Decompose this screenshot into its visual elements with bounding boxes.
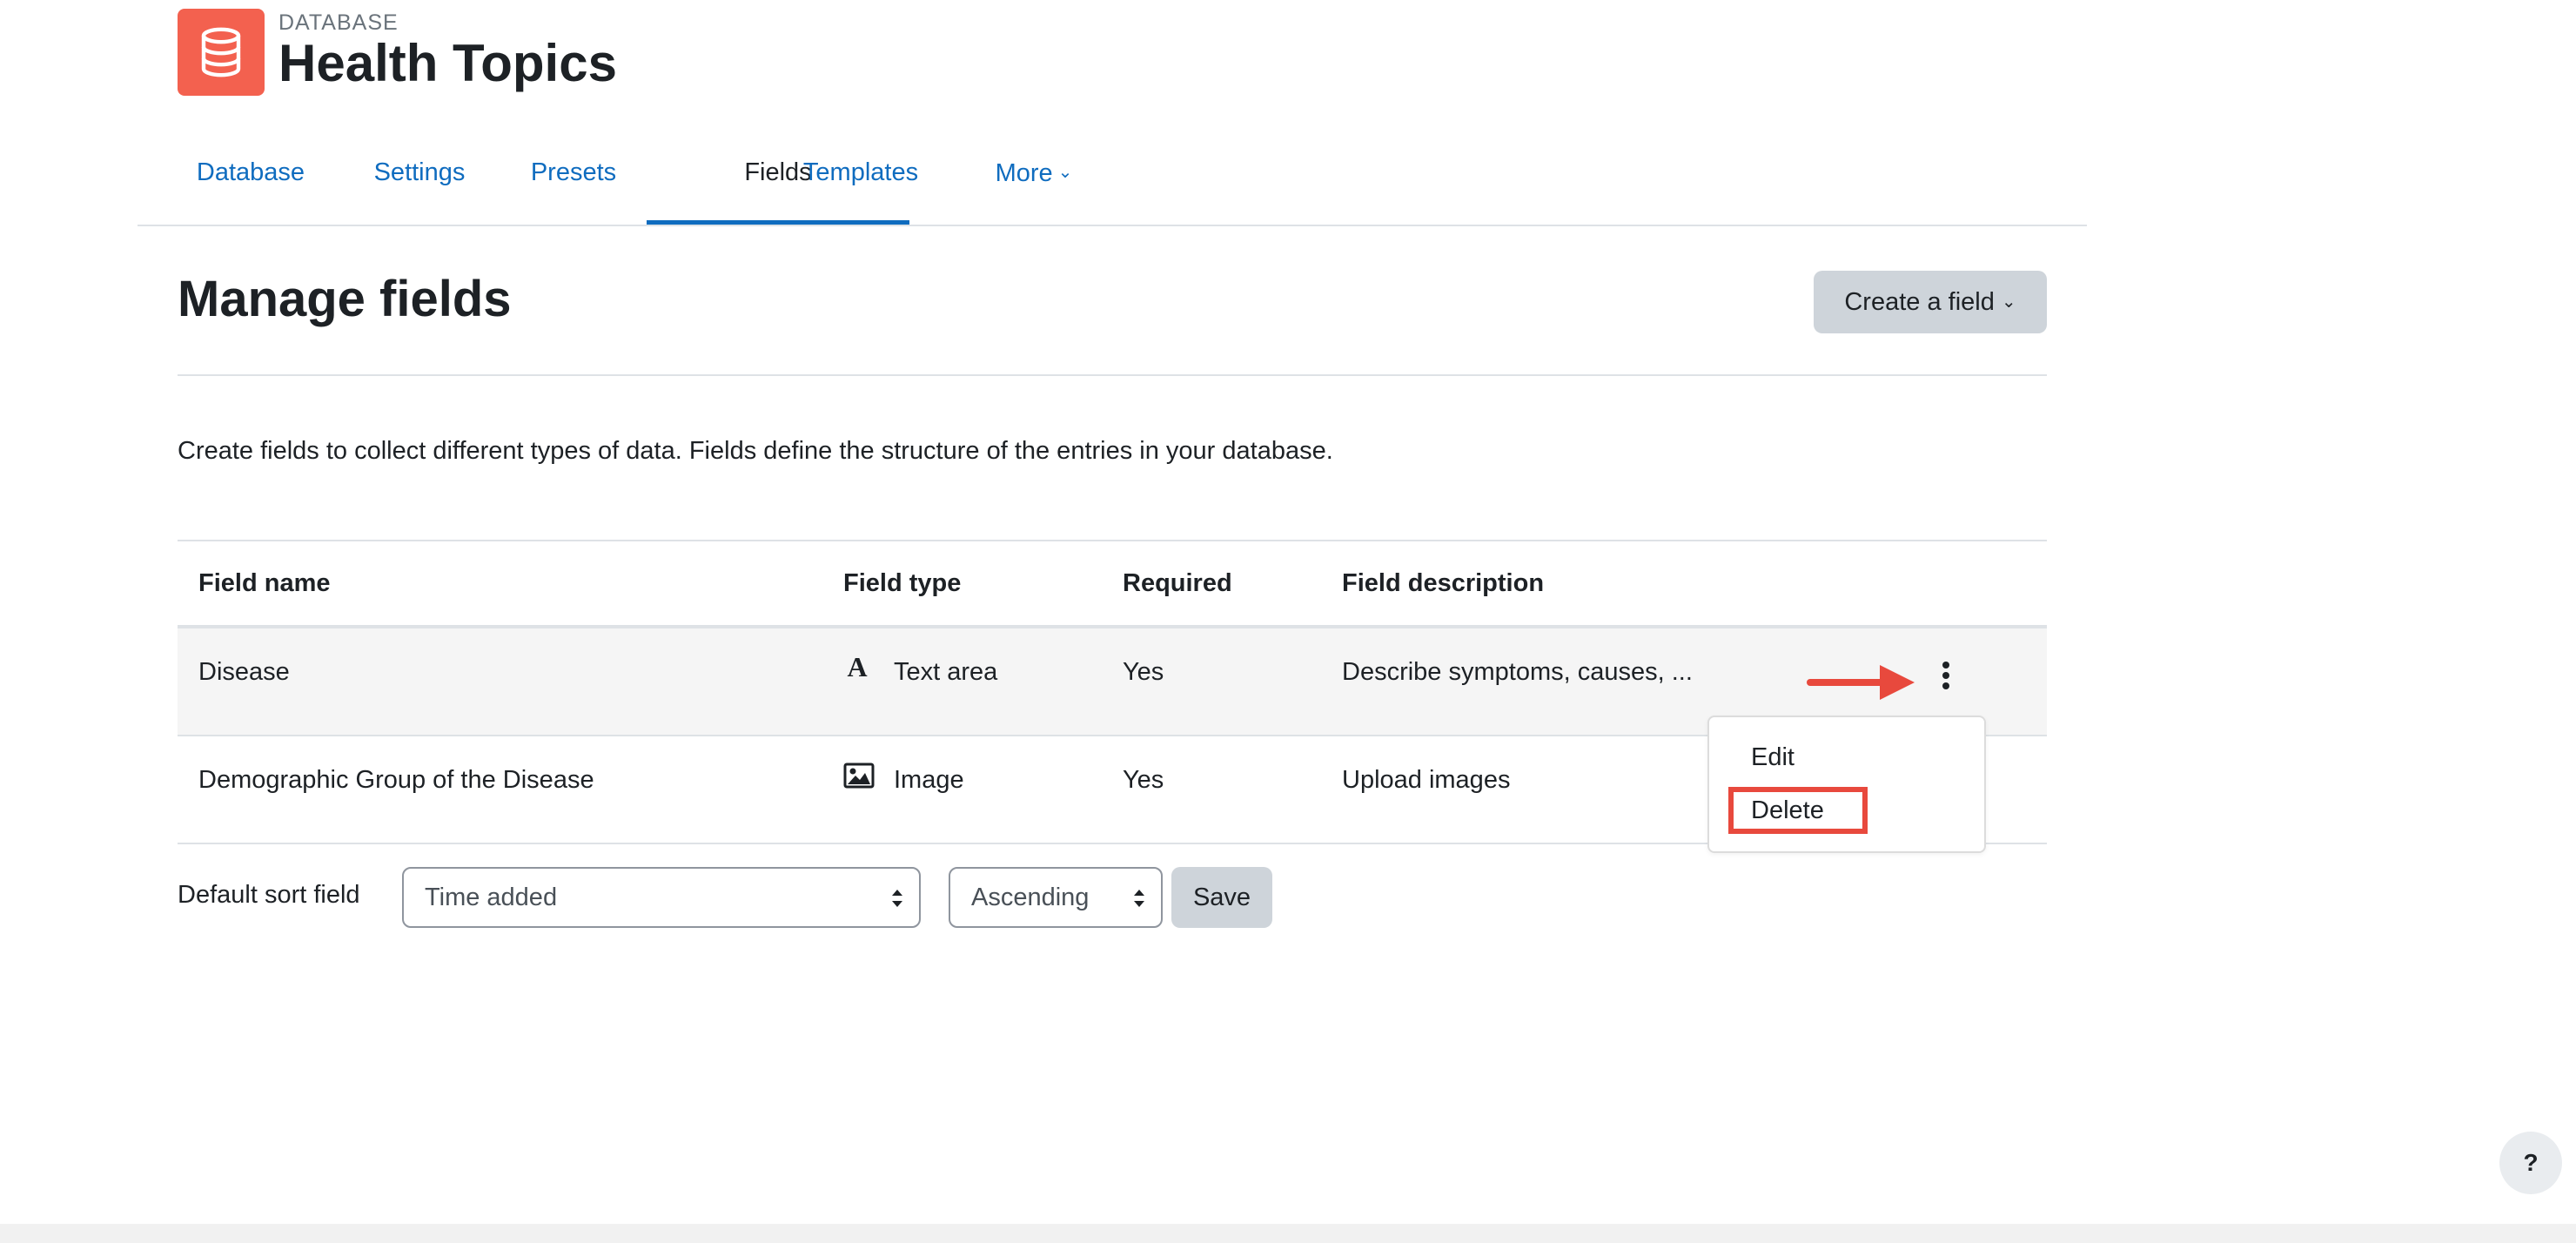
select-arrows-icon: [892, 890, 902, 907]
field-type: A Text area: [843, 628, 997, 716]
page-title: Health Topics: [278, 34, 617, 92]
svg-text:A: A: [847, 653, 867, 681]
field-required: Yes: [1123, 658, 1164, 686]
create-field-button[interactable]: Create a field ⌄: [1814, 271, 2047, 333]
column-header-field-description: Field description: [1342, 569, 1545, 597]
database-icon: [178, 9, 265, 96]
actions-menu-button[interactable]: [1929, 651, 1963, 700]
tab-database[interactable]: Database: [179, 141, 322, 225]
tab-more[interactable]: More ⌄: [973, 141, 1095, 225]
column-header-required: Required: [1123, 569, 1232, 597]
actions-dropdown-menu: Edit Delete: [1707, 716, 1986, 853]
sort-field-label: Default sort field: [178, 881, 360, 909]
annotation-arrow-icon: [1807, 665, 1915, 700]
sort-field-value: Time added: [425, 884, 558, 911]
field-name: Demographic Group of the Disease: [198, 766, 594, 794]
field-description: Describe symptoms, causes, ...: [1342, 658, 1693, 686]
tab-templates[interactable]: Templates: [787, 141, 935, 225]
text-area-icon: A: [843, 629, 878, 716]
help-button[interactable]: ?: [2499, 1132, 2562, 1194]
chevron-down-icon: ⌄: [2001, 292, 2016, 312]
chevron-down-icon: ⌄: [1057, 163, 1073, 182]
menu-item-edit[interactable]: Edit: [1751, 743, 1794, 772]
field-description: Upload images: [1342, 766, 1511, 794]
secondary-navigation: Database Settings Presets Fields Templat…: [138, 141, 2087, 226]
kebab-dot: [1942, 672, 1949, 679]
kebab-dot: [1942, 682, 1949, 689]
table-header: Field name Field type Required Field des…: [178, 540, 2047, 628]
create-field-label: Create a field: [1844, 287, 1995, 316]
divider: [178, 374, 2047, 376]
image-icon: [843, 737, 878, 824]
field-name: Disease: [198, 658, 290, 686]
column-header-field-name: Field name: [198, 569, 331, 597]
sort-order-value: Ascending: [971, 884, 1090, 911]
tab-settings[interactable]: Settings: [359, 141, 480, 225]
manage-fields-heading: Manage fields: [178, 271, 512, 327]
activity-type-label: DATABASE: [278, 10, 399, 35]
field-required: Yes: [1123, 766, 1164, 794]
column-header-field-type: Field type: [843, 569, 962, 597]
field-type-label: Image: [894, 766, 964, 794]
sort-order-select[interactable]: Ascending: [949, 867, 1163, 928]
intro-text: Create fields to collect different types…: [178, 437, 1333, 465]
bottom-bar: [0, 1224, 2576, 1243]
save-button[interactable]: Save: [1171, 867, 1272, 928]
kebab-dot: [1942, 662, 1949, 669]
field-type-label: Text area: [894, 658, 998, 686]
annotation-highlight-box: [1728, 787, 1868, 834]
sort-field-select[interactable]: Time added: [402, 867, 921, 928]
select-arrows-icon: [1134, 890, 1144, 907]
field-type: Image: [843, 736, 964, 824]
tab-more-label: More: [995, 159, 1053, 187]
tab-presets[interactable]: Presets: [517, 141, 630, 225]
